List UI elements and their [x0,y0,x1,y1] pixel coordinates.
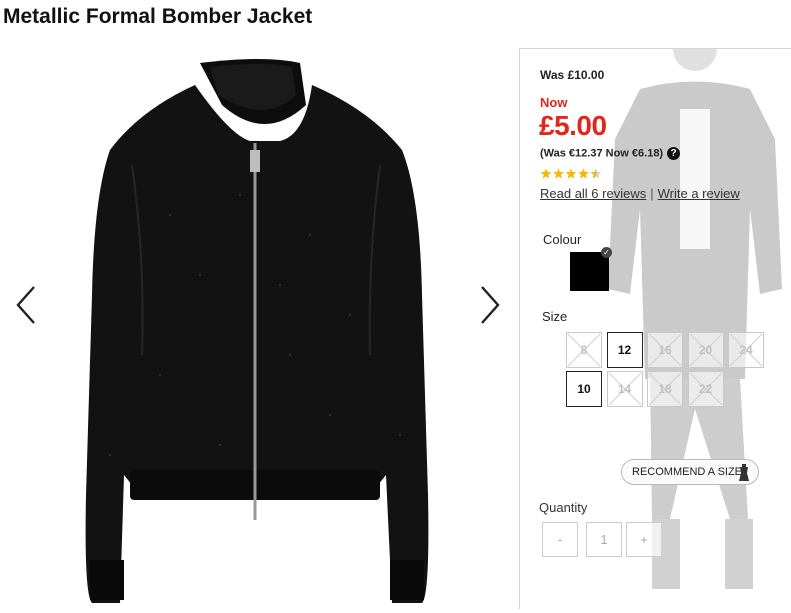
quantity-input[interactable]: 1 [586,522,622,557]
size-option-label: 22 [698,382,713,396]
colour-label: Colour [543,232,582,247]
euro-price: (Was €12.37 Now €6.18)? [540,147,681,160]
previous-image-arrow-icon[interactable] [10,283,44,327]
size-option-24[interactable]: 24 [728,332,764,368]
star-fill-icon [578,168,589,179]
star-fill-icon [540,168,552,179]
quantity-label: Quantity [539,500,588,515]
size-option-label: 20 [698,343,713,357]
size-option-8[interactable]: 8 [566,332,602,368]
product-title: Metallic Formal Bomber Jacket [3,5,313,28]
size-option-20[interactable]: 20 [687,332,724,368]
size-option-label: 24 [739,343,753,357]
star-rating [540,167,620,179]
quantity-increase-button[interactable]: + [626,522,662,557]
size-option-14[interactable]: 14 [606,371,643,407]
star-fill-icon [565,168,577,179]
quantity-decrease-button[interactable]: - [542,522,578,557]
read-reviews-link[interactable]: Read all 6 reviews [540,186,646,201]
size-option-12[interactable]: 12 [606,332,643,368]
size-option-18[interactable]: 18 [647,371,683,407]
product-image[interactable] [50,55,480,608]
was-price: Was £10.00 [540,68,605,82]
dress-form-icon [738,464,750,491]
euro-price-text: (Was €12.37 Now €6.18) [540,147,664,160]
size-option-label: 18 [658,382,672,396]
now-label: Now [540,95,568,110]
recommend-size-button[interactable]: RECOMMEND A SIZE [621,459,759,485]
now-price: £5.00 [539,110,607,141]
size-option-label: 10 [577,382,591,396]
size-label: Size [542,309,568,324]
star-fill-icon [553,168,564,179]
reviews-separator: | [650,186,654,201]
size-option-label: 12 [617,343,632,357]
recommend-size-label: RECOMMEND A SIZE [632,466,743,478]
help-icon[interactable]: ? [667,147,681,160]
size-option-label: 16 [658,343,672,357]
size-option-10[interactable]: 10 [566,371,602,407]
size-option-label: 8 [580,343,588,357]
reviews-links: Read all 6 reviews | Write a review [540,186,740,201]
size-option-16[interactable]: 16 [647,332,683,368]
product-info-panel: Was £10.00 Now £5.00 (Was €12.37 Now €6.… [519,48,791,609]
colour-swatch-black[interactable] [570,252,609,291]
size-option-22[interactable]: 22 [687,371,724,407]
write-review-link[interactable]: Write a review [658,186,740,201]
size-option-label: 14 [617,382,632,396]
checkmark-icon: ✓ [601,247,612,258]
